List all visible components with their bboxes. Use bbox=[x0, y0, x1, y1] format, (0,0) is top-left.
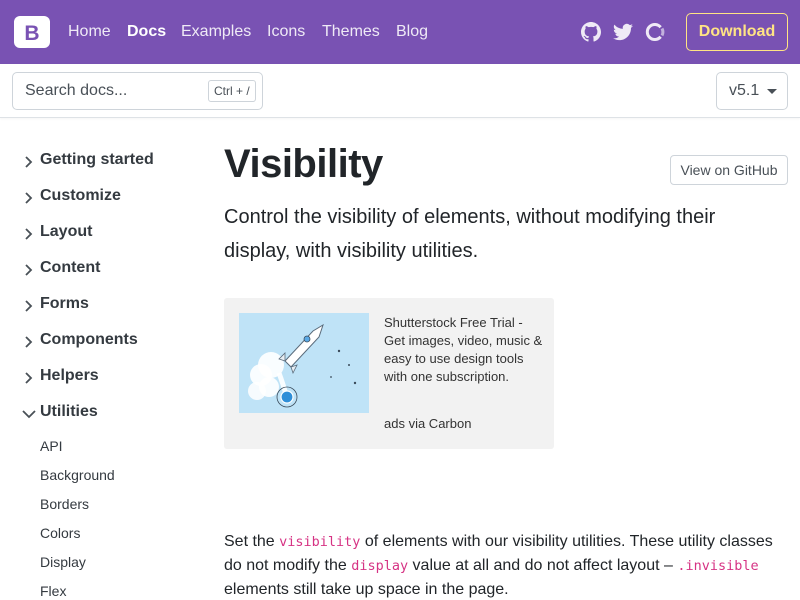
sidebar-subitem-background[interactable]: Background bbox=[40, 467, 115, 483]
sidebar-item-utilities[interactable]: Utilities bbox=[22, 402, 202, 426]
text-fragment: elements still take up space in the page… bbox=[224, 581, 509, 598]
text-fragment: Set the bbox=[224, 533, 280, 550]
version-label: v5.1 bbox=[729, 82, 760, 99]
sidebar-item-components[interactable]: Components bbox=[22, 330, 202, 354]
sidebar-item-customize[interactable]: Customize bbox=[22, 186, 202, 210]
intro-paragraph: Set the visibility of elements with our … bbox=[224, 530, 784, 600]
sidebar-item-forms[interactable]: Forms bbox=[22, 294, 202, 318]
caret-down-icon bbox=[767, 89, 777, 94]
chevron-down-icon bbox=[22, 410, 36, 419]
view-on-github-button[interactable]: View on GitHub bbox=[670, 155, 788, 185]
sidebar-subitem-flex[interactable]: Flex bbox=[40, 583, 66, 599]
nav-link-home[interactable]: Home bbox=[68, 22, 111, 42]
top-navbar: B Home Docs Examples Icons Themes Blog D… bbox=[0, 0, 800, 64]
download-button[interactable]: Download bbox=[686, 13, 788, 51]
ad-powered-by[interactable]: ads via Carbon bbox=[384, 416, 471, 431]
sidebar-item-label: Utilities bbox=[40, 403, 98, 420]
sidebar-subitem-borders[interactable]: Borders bbox=[40, 496, 89, 512]
github-icon[interactable] bbox=[581, 22, 601, 42]
chevron-right-icon bbox=[25, 156, 33, 168]
sidebar-item-label: Components bbox=[40, 331, 138, 348]
brand-letter: B bbox=[24, 22, 39, 45]
search-input[interactable]: Search docs... Ctrl + / bbox=[12, 72, 263, 110]
inline-code: display bbox=[351, 558, 409, 574]
page-lead: Control the visibility of elements, with… bbox=[224, 206, 716, 262]
chevron-right-icon bbox=[25, 192, 33, 204]
nav-link-themes[interactable]: Themes bbox=[322, 22, 380, 42]
chevron-right-icon bbox=[25, 336, 33, 348]
chevron-right-icon bbox=[25, 264, 33, 276]
sidebar-item-label: Layout bbox=[40, 223, 93, 240]
twitter-icon[interactable] bbox=[613, 22, 633, 42]
sidebar-item-label: Helpers bbox=[40, 367, 99, 384]
nav-link-examples[interactable]: Examples bbox=[181, 22, 251, 42]
sidebar-item-label: Customize bbox=[40, 187, 121, 204]
text-fragment: value at all and do not affect layout – bbox=[408, 557, 678, 574]
chevron-right-icon bbox=[25, 300, 33, 312]
sidebar-item-label: Content bbox=[40, 259, 101, 276]
nav-link-icons[interactable]: Icons bbox=[267, 22, 305, 42]
sidebar-subitem-display[interactable]: Display bbox=[40, 554, 86, 570]
nav-link-docs[interactable]: Docs bbox=[127, 22, 166, 42]
sidebar-item-label: Forms bbox=[40, 295, 89, 312]
inline-code: visibility bbox=[279, 534, 361, 550]
opencollective-icon[interactable] bbox=[645, 22, 665, 42]
inline-code: .invisible bbox=[677, 558, 759, 574]
page-title: Visibility bbox=[224, 142, 383, 186]
sidebar-subitem-colors[interactable]: Colors bbox=[40, 525, 80, 541]
sidebar-item-layout[interactable]: Layout bbox=[22, 222, 202, 246]
sidebar-subitem-api[interactable]: API bbox=[40, 438, 63, 454]
carbon-ad: Shutterstock Free Trial - Get images, vi… bbox=[224, 298, 554, 449]
chevron-right-icon bbox=[25, 228, 33, 240]
docs-subnav: Search docs... Ctrl + / v5.1 bbox=[0, 64, 800, 118]
ad-text[interactable]: Shutterstock Free Trial - Get images, vi… bbox=[384, 314, 544, 386]
nav-link-blog[interactable]: Blog bbox=[396, 22, 428, 42]
sidebar-item-content[interactable]: Content bbox=[22, 258, 202, 282]
search-shortcut-hint: Ctrl + / bbox=[208, 80, 256, 102]
chevron-right-icon bbox=[25, 372, 33, 384]
sidebar-item-getting-started[interactable]: Getting started bbox=[22, 150, 202, 174]
version-dropdown[interactable]: v5.1 bbox=[716, 72, 788, 110]
sidebar-item-helpers[interactable]: Helpers bbox=[22, 366, 202, 390]
sidebar-item-label: Getting started bbox=[40, 151, 154, 168]
search-placeholder: Search docs... bbox=[25, 82, 128, 99]
bootstrap-logo[interactable]: B bbox=[12, 14, 52, 50]
ad-image[interactable] bbox=[239, 313, 369, 413]
